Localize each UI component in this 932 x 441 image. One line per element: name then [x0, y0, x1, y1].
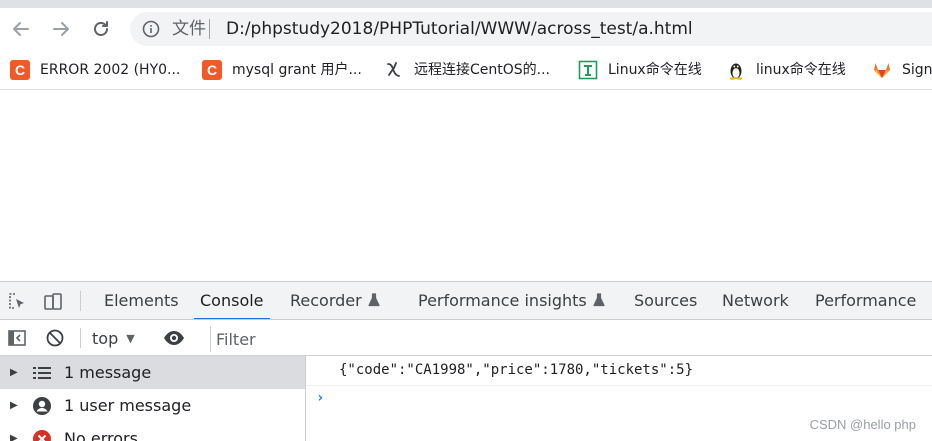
devtools-tab-bar: Elements Console Recorder Performance in… — [0, 282, 932, 320]
tab-label: Recorder — [290, 291, 362, 310]
reload-button[interactable] — [88, 16, 114, 42]
sidebar-toggle-icon — [8, 330, 26, 346]
info-icon[interactable] — [142, 20, 160, 42]
bookmark-logo-icon — [384, 60, 404, 80]
sidebar-item-errors[interactable]: ▶ No errors — [0, 422, 305, 441]
bookmark-label: Linux命令在线 — [608, 62, 702, 78]
console-toolbar: top ▼ — [0, 320, 932, 356]
address-bar[interactable]: 文件 D:/phpstudy2018/PHPTutorial/WWW/acros… — [130, 12, 932, 46]
eye-icon — [164, 331, 184, 345]
bookmark-linux-command-1[interactable]: Linux命令在线 — [578, 58, 702, 82]
tab-label: Network — [722, 291, 789, 310]
expand-arrow-icon[interactable]: ▶ — [10, 433, 20, 441]
error-icon — [30, 428, 54, 441]
reload-icon — [94, 21, 108, 36]
device-toolbar-button[interactable] — [42, 291, 64, 313]
bookmark-label: linux命令在线 — [756, 62, 846, 78]
tab-label: Sources — [634, 291, 698, 310]
context-selector[interactable]: top ▼ — [92, 326, 135, 350]
bookmark-error-2002[interactable]: C ERROR 2002 (HY0... — [10, 58, 180, 82]
browser-toolbar: 文件 D:/phpstudy2018/PHPTutorial/WWW/acros… — [0, 8, 932, 50]
tab-strip — [0, 0, 932, 8]
tab-label: Console — [200, 291, 264, 310]
forward-button[interactable] — [48, 16, 74, 42]
bookmark-label: mysql grant 用户... — [232, 62, 362, 78]
csdn-c-icon: C — [202, 60, 222, 80]
tab-label: Performance — [815, 291, 917, 310]
tab-console[interactable]: Console — [194, 282, 269, 319]
tab-performance[interactable]: Performance — [815, 282, 917, 319]
inspect-element-button[interactable] — [6, 291, 28, 313]
log-message[interactable]: {"code":"CA1998","price":1780,"tickets":… — [339, 362, 693, 378]
tab-label: Elements — [104, 291, 179, 310]
tab-network[interactable]: Network — [722, 282, 789, 319]
filter-input[interactable] — [216, 327, 916, 351]
flask-icon — [593, 293, 605, 307]
user-icon — [30, 395, 54, 417]
gitlab-icon — [872, 60, 892, 80]
console-log-entry: {"code":"CA1998","price":1780,"tickets":… — [306, 356, 932, 386]
console-sidebar: ▶ 1 message ▶ 1 user message ▶ No errors — [0, 356, 306, 441]
page-content — [0, 91, 932, 281]
toolbar-divider — [80, 328, 81, 348]
expand-arrow-icon[interactable]: ▶ — [10, 367, 20, 378]
csdn-watermark: CSDN @hello php — [809, 417, 916, 432]
tab-divider — [80, 291, 81, 311]
clear-console-button[interactable] — [44, 327, 66, 349]
show-sidebar-button[interactable] — [6, 327, 28, 349]
flask-icon — [368, 293, 380, 307]
tab-label: Performance insights — [418, 291, 587, 310]
sidebar-item-user-messages[interactable]: ▶ 1 user message — [0, 389, 305, 422]
bookmark-label: Sign — [902, 62, 932, 78]
csdn-c-icon: C — [10, 60, 30, 80]
list-icon — [30, 362, 54, 384]
inspect-cursor-icon — [9, 293, 24, 309]
address-separator — [209, 19, 210, 39]
bookmark-label: 远程连接CentOS的... — [414, 62, 551, 78]
clear-icon — [46, 329, 64, 347]
file-scheme-label: 文件 — [172, 19, 206, 39]
devtools-panel: Elements Console Recorder Performance in… — [0, 281, 932, 441]
bookmarks-bar: C ERROR 2002 (HY0... C mysql grant 用户...… — [0, 50, 932, 90]
arrow-left-icon — [13, 22, 29, 36]
device-mode-icon — [44, 293, 62, 310]
sidebar-item-label: 1 message — [64, 363, 152, 382]
bookmark-centos[interactable]: 远程连接CentOS的... — [384, 58, 550, 82]
bookmark-gitlab-sign[interactable]: Sign — [872, 58, 932, 82]
sidebar-item-label: No errors — [64, 429, 138, 441]
tab-sources[interactable]: Sources — [634, 282, 698, 319]
dropdown-arrow-icon: ▼ — [126, 331, 135, 345]
bookmark-linux-command-2[interactable]: linux命令在线 — [726, 58, 846, 82]
bookmark-mysql-grant[interactable]: C mysql grant 用户... — [202, 58, 362, 82]
tab-recorder[interactable]: Recorder — [290, 282, 380, 319]
filter-field[interactable] — [210, 326, 932, 352]
tab-performance-insights[interactable]: Performance insights — [418, 282, 605, 319]
console-prompt[interactable]: › — [316, 390, 324, 406]
tab-elements[interactable]: Elements — [104, 282, 179, 319]
context-value: top — [92, 328, 119, 348]
sidebar-item-messages[interactable]: ▶ 1 message — [0, 356, 305, 389]
sidebar-item-label: 1 user message — [64, 396, 192, 415]
tux-icon — [726, 60, 746, 80]
console-output: {"code":"CA1998","price":1780,"tickets":… — [306, 356, 932, 441]
back-button[interactable] — [8, 16, 34, 42]
bookmark-label: ERROR 2002 (HY0... — [40, 62, 181, 78]
url-text[interactable]: D:/phpstudy2018/PHPTutorial/WWW/across_t… — [226, 18, 693, 40]
expand-arrow-icon[interactable]: ▶ — [10, 400, 20, 411]
live-expression-button[interactable] — [163, 327, 185, 349]
arrow-right-icon — [53, 22, 69, 36]
linux-command-icon — [578, 60, 598, 80]
